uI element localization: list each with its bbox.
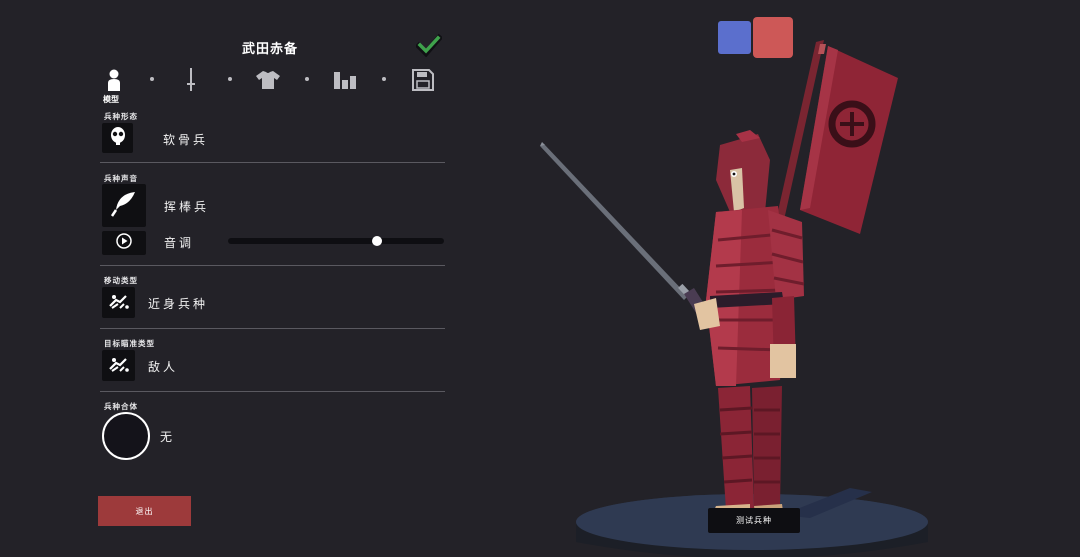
- tab-stats[interactable]: [331, 66, 359, 94]
- movement-type-label: 移动类型: [104, 276, 138, 285]
- exit-button[interactable]: 退出: [98, 496, 191, 526]
- pitch-slider-knob[interactable]: [372, 236, 382, 246]
- play-icon: [116, 233, 132, 253]
- unit-merge-slot[interactable]: [102, 412, 150, 460]
- divider: [100, 162, 445, 163]
- unit-target-icon: [108, 355, 130, 377]
- tab-weapons[interactable]: [177, 66, 205, 94]
- unit-form-label: 兵种形态: [104, 112, 138, 121]
- pitch-label: 音调: [164, 236, 195, 250]
- tab-separator-dot: [150, 77, 154, 81]
- unit-name-title[interactable]: 武田赤备: [190, 38, 350, 57]
- unit-move-icon: [108, 292, 130, 314]
- tab-clothing[interactable]: [254, 66, 282, 94]
- unit-merge-label: 兵种合体: [104, 402, 138, 411]
- divider: [100, 328, 445, 329]
- feather-icon: [110, 190, 138, 222]
- tab-model[interactable]: [100, 66, 128, 94]
- unit-form-button[interactable]: [102, 123, 133, 153]
- unit-merge-value: 无: [160, 430, 176, 444]
- divider: [100, 391, 445, 392]
- save-icon: [412, 69, 434, 91]
- tab-separator-dot: [382, 77, 386, 81]
- skull-icon: [109, 126, 127, 150]
- divider: [100, 265, 445, 266]
- sword-icon: [186, 68, 196, 92]
- test-unit-button[interactable]: 测试兵种: [708, 508, 800, 533]
- shirt-icon: [256, 70, 280, 90]
- unit-voice-label: 兵种声音: [104, 174, 138, 183]
- tab-separator-dot: [228, 77, 232, 81]
- bar-chart-icon: [333, 70, 357, 90]
- movement-type-button[interactable]: [102, 287, 135, 318]
- tab-model-label: 模型: [103, 95, 119, 104]
- unit-form-value[interactable]: 软骨兵: [163, 131, 208, 148]
- confirm-check-icon[interactable]: [414, 33, 444, 58]
- targeting-type-button[interactable]: [102, 350, 135, 381]
- tab-save[interactable]: [409, 66, 437, 94]
- unit-voice-button[interactable]: [102, 184, 146, 227]
- targeting-type-value[interactable]: 敌人: [148, 358, 178, 375]
- unit-preview-model: [540, 40, 928, 557]
- tab-separator-dot: [305, 77, 309, 81]
- movement-type-value[interactable]: 近身兵种: [148, 295, 208, 312]
- play-voice-button[interactable]: [102, 231, 146, 255]
- person-icon: [107, 69, 121, 91]
- targeting-type-label: 目标瞄准类型: [104, 339, 155, 348]
- unit-voice-value[interactable]: 挥棒兵: [164, 198, 209, 215]
- pitch-slider[interactable]: [228, 236, 444, 246]
